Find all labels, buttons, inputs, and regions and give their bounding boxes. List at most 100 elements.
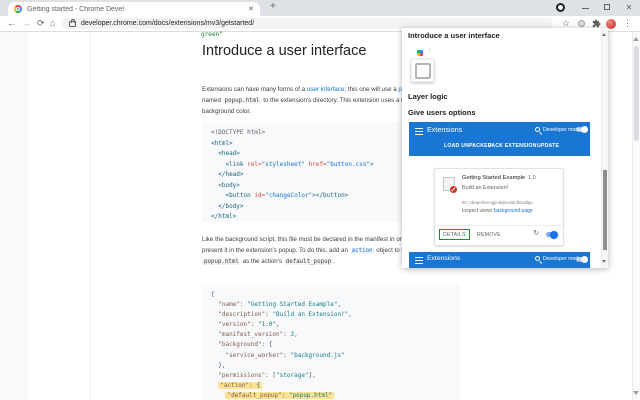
code-text: "service_worker": "background.js": [225, 352, 344, 359]
text-segment: ,: [276, 321, 280, 329]
card-divider: [435, 225, 563, 226]
maximize-button[interactable]: [596, 0, 618, 16]
titlebar-badge-icon: [556, 3, 565, 12]
highlighted-code: "action": {: [218, 381, 262, 389]
scrollbar-thumb[interactable]: [634, 46, 639, 141]
code-remnant: green": [201, 31, 223, 38]
window-close-button[interactable]: ✕: [618, 0, 640, 16]
text-segment: "background": [218, 341, 262, 349]
text-segment: "permissions": [218, 371, 266, 379]
text-segment: .: [333, 258, 335, 265]
search-icon: [535, 256, 540, 261]
text-segment: "stylesheet": [261, 160, 305, 168]
overlay-scrollbar[interactable]: [601, 28, 608, 268]
new-tab-button[interactable]: +: [270, 1, 276, 12]
extension-description: Build an Extension!: [462, 185, 509, 191]
minimize-button[interactable]: [574, 0, 596, 16]
code-text: "permissions": ["storage"],: [218, 372, 316, 379]
load-unpacked-button: LOAD UNPACKED: [444, 143, 492, 149]
code-line: "manifest_version": 3,: [211, 330, 451, 340]
details-button: DETAILS: [439, 229, 470, 240]
extension-id: ID: nbepmlecngjinlejbceidclfondlpp: [462, 200, 533, 205]
text-segment: background color.: [202, 108, 251, 115]
code-text: "description": "Build an Extension!",: [218, 311, 352, 318]
code-text: "name": "Getting Started Example",: [218, 301, 341, 308]
text-segment: "changeColor": [265, 192, 313, 199]
code-line: "default_popup": "popup.html": [211, 391, 451, 400]
update-button: UPDATE: [537, 143, 560, 149]
extensions-puzzle-icon[interactable]: [592, 19, 601, 28]
menu-kebab-icon[interactable]: ⋮: [623, 18, 632, 29]
extension-card: Getting Started Example 1.0 Build an Exte…: [434, 168, 564, 246]
scroll-up-icon[interactable]: [633, 34, 639, 41]
text-segment: popup.html: [202, 259, 241, 265]
inline-link[interactable]: user interface: [307, 86, 345, 93]
kebab-mini-icon: ⋮: [427, 48, 432, 54]
home-button[interactable]: ⌂: [50, 18, 55, 29]
manifest-code-block: { "name": "Getting Started Example", "de…: [202, 285, 460, 400]
overlay-heading-logic: Layer logic: [408, 92, 448, 101]
text-segment: ,: [294, 331, 298, 339]
text-segment: ></button>: [312, 192, 349, 199]
docs-preview-panel: Introduce a user interface ⋮ Layer logic…: [402, 28, 608, 268]
error-badge-icon: [449, 185, 458, 194]
profile-avatar[interactable]: [606, 18, 616, 29]
text-segment: href=: [308, 160, 327, 168]
text-segment: "description": [218, 311, 266, 319]
code-line: "background": {: [211, 340, 451, 350]
text-segment: : [: [265, 371, 277, 379]
popup-thumbnail-image: ⋮: [408, 46, 476, 90]
text-segment: <link: [225, 160, 248, 168]
scroll-down-icon[interactable]: [602, 260, 606, 265]
code-text: <link rel="stylesheet" href="button.css"…: [225, 161, 373, 168]
text-segment: ],: [308, 371, 316, 379]
inspect-views-label: Inspect views: [462, 208, 493, 214]
code-text: },: [218, 362, 225, 369]
extensions-page-screenshot: Extensions Developer mode LOAD UNPACKED …: [409, 122, 590, 248]
back-button[interactable]: ←: [7, 18, 16, 29]
code-text: {: [211, 291, 215, 298]
overlay-scrollbar-thumb[interactable]: [603, 170, 607, 250]
overlay-heading-ui: Introduce a user interface: [408, 31, 500, 40]
text-segment: "popup.html": [288, 391, 333, 399]
refresh-icon: ↻: [533, 230, 539, 237]
text-segment: <head>: [218, 150, 240, 157]
code-text: </html>: [211, 213, 236, 220]
remove-button: REMOVE: [477, 232, 501, 238]
popup-mini-button: [415, 63, 431, 79]
extensions-header: Extensions Developer mode LOAD UNPACKED …: [409, 122, 590, 156]
code-text: <body>: [218, 182, 240, 189]
text-segment: ,: [337, 301, 342, 309]
lock-icon: [69, 19, 76, 27]
inspect-views: Inspect views background page: [462, 208, 533, 214]
text-segment: Extensions can have many forms of a: [202, 86, 307, 93]
popup-mini-window: [411, 59, 434, 82]
inline-link[interactable]: action: [349, 248, 375, 254]
text-segment: "background.js": [290, 351, 345, 359]
text-segment: present it in the extension's popup. To …: [202, 247, 350, 254]
code-line: "permissions": ["storage"],: [211, 371, 451, 381]
reload-button[interactable]: ⟳: [37, 18, 45, 29]
browser-tab[interactable]: Getting started - Chrome Devel ✕: [8, 2, 260, 16]
scroll-up-icon[interactable]: [602, 31, 606, 36]
highlighted-code: "default_popup": "popup.html": [225, 391, 335, 399]
text-segment: rel=: [247, 160, 262, 168]
code-text: <html>: [211, 140, 233, 147]
page-scrollbar[interactable]: [632, 32, 640, 400]
forward-button[interactable]: →: [22, 18, 31, 29]
text-segment: <body>: [218, 181, 240, 189]
code-line: "description": "Build an Extension!",: [211, 310, 451, 320]
text-segment: named: [202, 97, 223, 104]
tab-close-icon[interactable]: ✕: [248, 5, 254, 13]
page-title: Introduce a user interface: [202, 43, 367, 59]
scroll-down-icon[interactable]: [633, 391, 639, 398]
hamburger-menu-icon: [415, 128, 423, 135]
code-text: <head>: [218, 150, 240, 157]
text-segment: :: [283, 331, 291, 339]
extensions-title-2: Extensions: [427, 255, 461, 262]
text-segment: "action": [220, 381, 250, 389]
text-segment: : {: [249, 381, 260, 389]
extension-name-text: Getting Started Example: [462, 175, 526, 181]
extension-action-icon[interactable]: [578, 20, 585, 27]
text-segment: </body>: [218, 202, 244, 210]
